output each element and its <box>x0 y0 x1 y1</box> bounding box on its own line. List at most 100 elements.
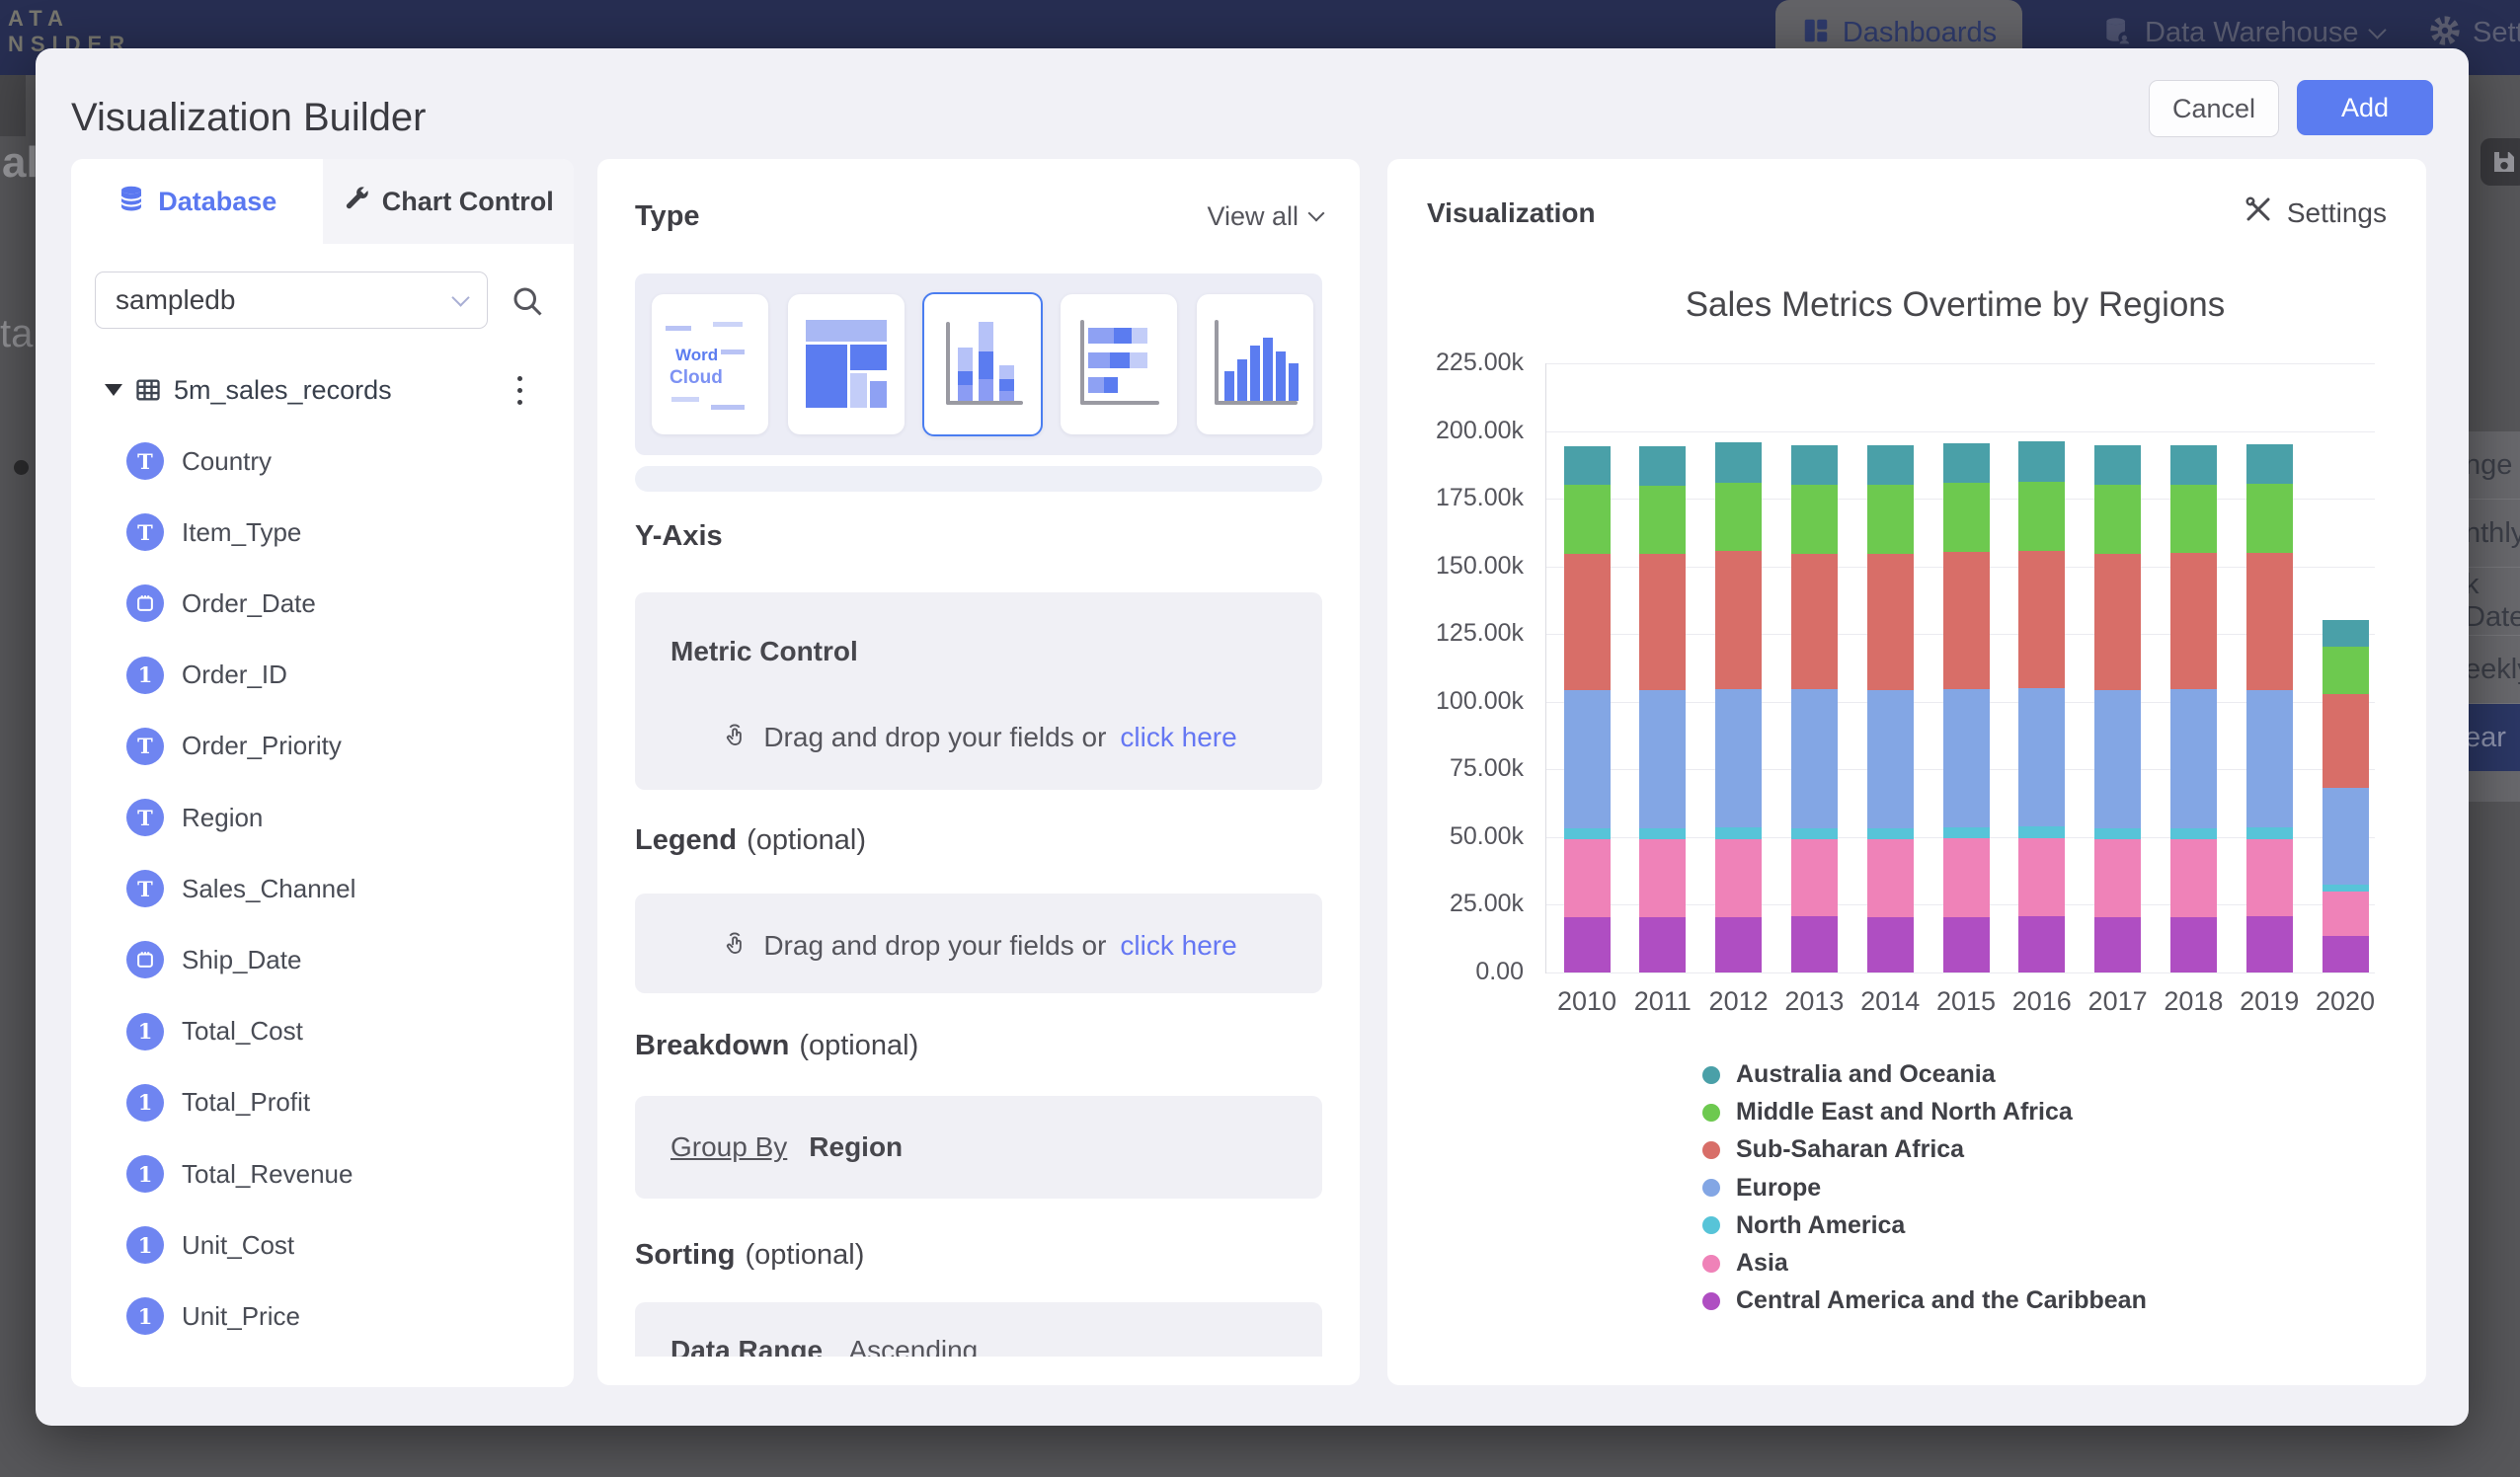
field-row[interactable]: 1Order_ID <box>71 648 574 703</box>
bar-segment <box>2170 917 2217 972</box>
cancel-button[interactable]: Cancel <box>2149 80 2279 137</box>
bar-segment <box>2170 445 2217 485</box>
bar-segment <box>1943 443 1990 483</box>
field-row[interactable]: 1Total_Revenue <box>71 1146 574 1202</box>
bar-segment <box>2094 554 2141 690</box>
field-row[interactable]: TRegion <box>71 790 574 845</box>
database-select[interactable]: sampledb <box>95 272 488 329</box>
bar-segment <box>1639 839 1686 916</box>
chevron-down-icon <box>2368 21 2386 39</box>
y-axis-tick-label: 125.00k <box>1387 619 1524 648</box>
field-row[interactable]: TCountry <box>71 433 574 489</box>
legend-dropzone[interactable]: Drag and drop your fields or click here <box>635 894 1322 993</box>
view-all-button[interactable]: View all <box>1207 201 1322 232</box>
legend-item[interactable]: Central America and the Caribbean <box>1702 1286 2147 1315</box>
metric-control-dropzone[interactable]: Metric Control Drag and drop your fields… <box>635 592 1322 790</box>
legend-label: North America <box>1736 1211 1905 1240</box>
wrench-icon <box>343 185 370 219</box>
tab-database[interactable]: Database <box>71 159 323 244</box>
gear-icon <box>2429 15 2461 51</box>
logo-line-1: ATA <box>8 6 131 32</box>
legend-item[interactable]: Asia <box>1702 1249 1788 1278</box>
nav-label: Dashboards <box>1843 17 1997 49</box>
bar-segment <box>1867 485 1914 554</box>
field-name: Unit_Cost <box>182 1230 294 1261</box>
bar-segment <box>1639 917 1686 972</box>
field-name: Order_Date <box>182 588 316 619</box>
text-field-icon: T <box>126 513 164 551</box>
field-name: Total_Profit <box>182 1087 310 1118</box>
bar-segment <box>2094 485 2141 554</box>
field-row[interactable]: Ship_Date <box>71 932 574 987</box>
chart-type-card-column[interactable] <box>1197 294 1313 434</box>
field-row[interactable]: 1 Unit_Cost <box>71 1217 574 1273</box>
legend-item[interactable]: Australia and Oceania <box>1702 1060 1996 1089</box>
gridline <box>1545 972 2375 973</box>
field-row[interactable]: 1 Unit_Price <box>71 1288 574 1344</box>
field-name: Total_Revenue <box>182 1159 353 1190</box>
settings-button[interactable]: Settings <box>2244 194 2387 231</box>
chart-type-card-word-cloud[interactable]: WordCloud <box>652 294 768 434</box>
legend-item[interactable]: North America <box>1702 1211 1905 1240</box>
group-by-link[interactable]: Group By <box>670 1131 787 1163</box>
text-field-icon: T <box>126 799 164 836</box>
field-name: Sales_Channel <box>182 874 355 904</box>
bar-segment <box>1639 446 1686 486</box>
save-icon[interactable] <box>2481 138 2520 186</box>
bar-segment <box>1791 689 1838 827</box>
field-row[interactable]: 1Total_Profit <box>71 1075 574 1130</box>
visualization-builder-modal: Visualization Builder Cancel Add Databas… <box>36 48 2469 1426</box>
field-row[interactable]: 1Total_Cost <box>71 1004 574 1059</box>
field-row[interactable]: TItem_Type <box>71 505 574 560</box>
tab-chart-control[interactable]: Chart Control <box>323 159 575 244</box>
legend-item[interactable]: Europe <box>1702 1174 1821 1203</box>
chart-type-scrollbar[interactable] <box>635 466 1322 492</box>
field-row[interactable]: TSales_Channel <box>71 861 574 916</box>
legend-optional-label: (optional) <box>747 824 866 857</box>
search-icon[interactable] <box>510 283 545 324</box>
drop-hint-text: Drag and drop your fields or <box>763 930 1106 962</box>
number-field-icon: 1 <box>126 1226 164 1264</box>
legend-label: Australia and Oceania <box>1736 1060 1996 1089</box>
bar-segment <box>1791 554 1838 690</box>
bar-segment <box>2018 826 2065 838</box>
field-name: Order_ID <box>182 660 287 690</box>
y-axis-tick-label: 50.00k <box>1387 822 1524 851</box>
click-here-link[interactable]: click here <box>1120 722 1236 753</box>
bar-segment <box>1715 827 1762 838</box>
chart-type-card-stacked-column[interactable] <box>922 292 1043 436</box>
table-menu-icon[interactable] <box>517 376 522 405</box>
bar-segment <box>2094 839 2141 916</box>
calendar-icon <box>126 941 164 978</box>
field-row[interactable]: Order_Date <box>71 576 574 631</box>
legend-item[interactable]: Middle East and North Africa <box>1702 1098 2073 1127</box>
bar-segment <box>1791 828 1838 839</box>
bar-segment <box>1639 828 1686 840</box>
nav-label: Settin <box>2473 17 2520 49</box>
bar-segment <box>1943 483 1990 552</box>
visualization-panel: Visualization Settings Sales Metrics Ove… <box>1387 159 2426 1385</box>
background-text-fragment: ta <box>0 312 33 356</box>
type-heading: Type <box>635 200 700 233</box>
number-field-icon: 1 <box>126 1297 164 1335</box>
field-row[interactable]: TOrder_Priority <box>71 719 574 774</box>
word-cloud-preview: Word <box>675 346 718 365</box>
add-button[interactable]: Add <box>2297 80 2433 135</box>
bar-segment <box>2246 690 2293 827</box>
legend-label: Europe <box>1736 1174 1821 1203</box>
y-axis-tick-label: 0.00 <box>1387 958 1524 986</box>
chart-type-card-stacked-bar[interactable] <box>1061 294 1177 434</box>
y-axis-tick-label: 175.00k <box>1387 484 1524 512</box>
field-name: Unit_Price <box>182 1301 300 1332</box>
chart-type-card-treemap[interactable] <box>788 294 905 434</box>
field-name: Ship_Date <box>182 945 301 975</box>
bar-segment <box>1791 916 1838 972</box>
bar-segment <box>2246 484 2293 553</box>
legend-item[interactable]: Sub-Saharan Africa <box>1702 1135 1964 1164</box>
table-name: 5m_sales_records <box>174 375 392 406</box>
bar-segment <box>1867 917 1914 972</box>
sorting-box: Data Range Ascending <box>635 1302 1322 1357</box>
table-tree-row[interactable]: 5m_sales_records <box>71 366 574 414</box>
click-here-link[interactable]: click here <box>1120 930 1236 962</box>
sorting-field-label: Data Range <box>670 1335 823 1357</box>
